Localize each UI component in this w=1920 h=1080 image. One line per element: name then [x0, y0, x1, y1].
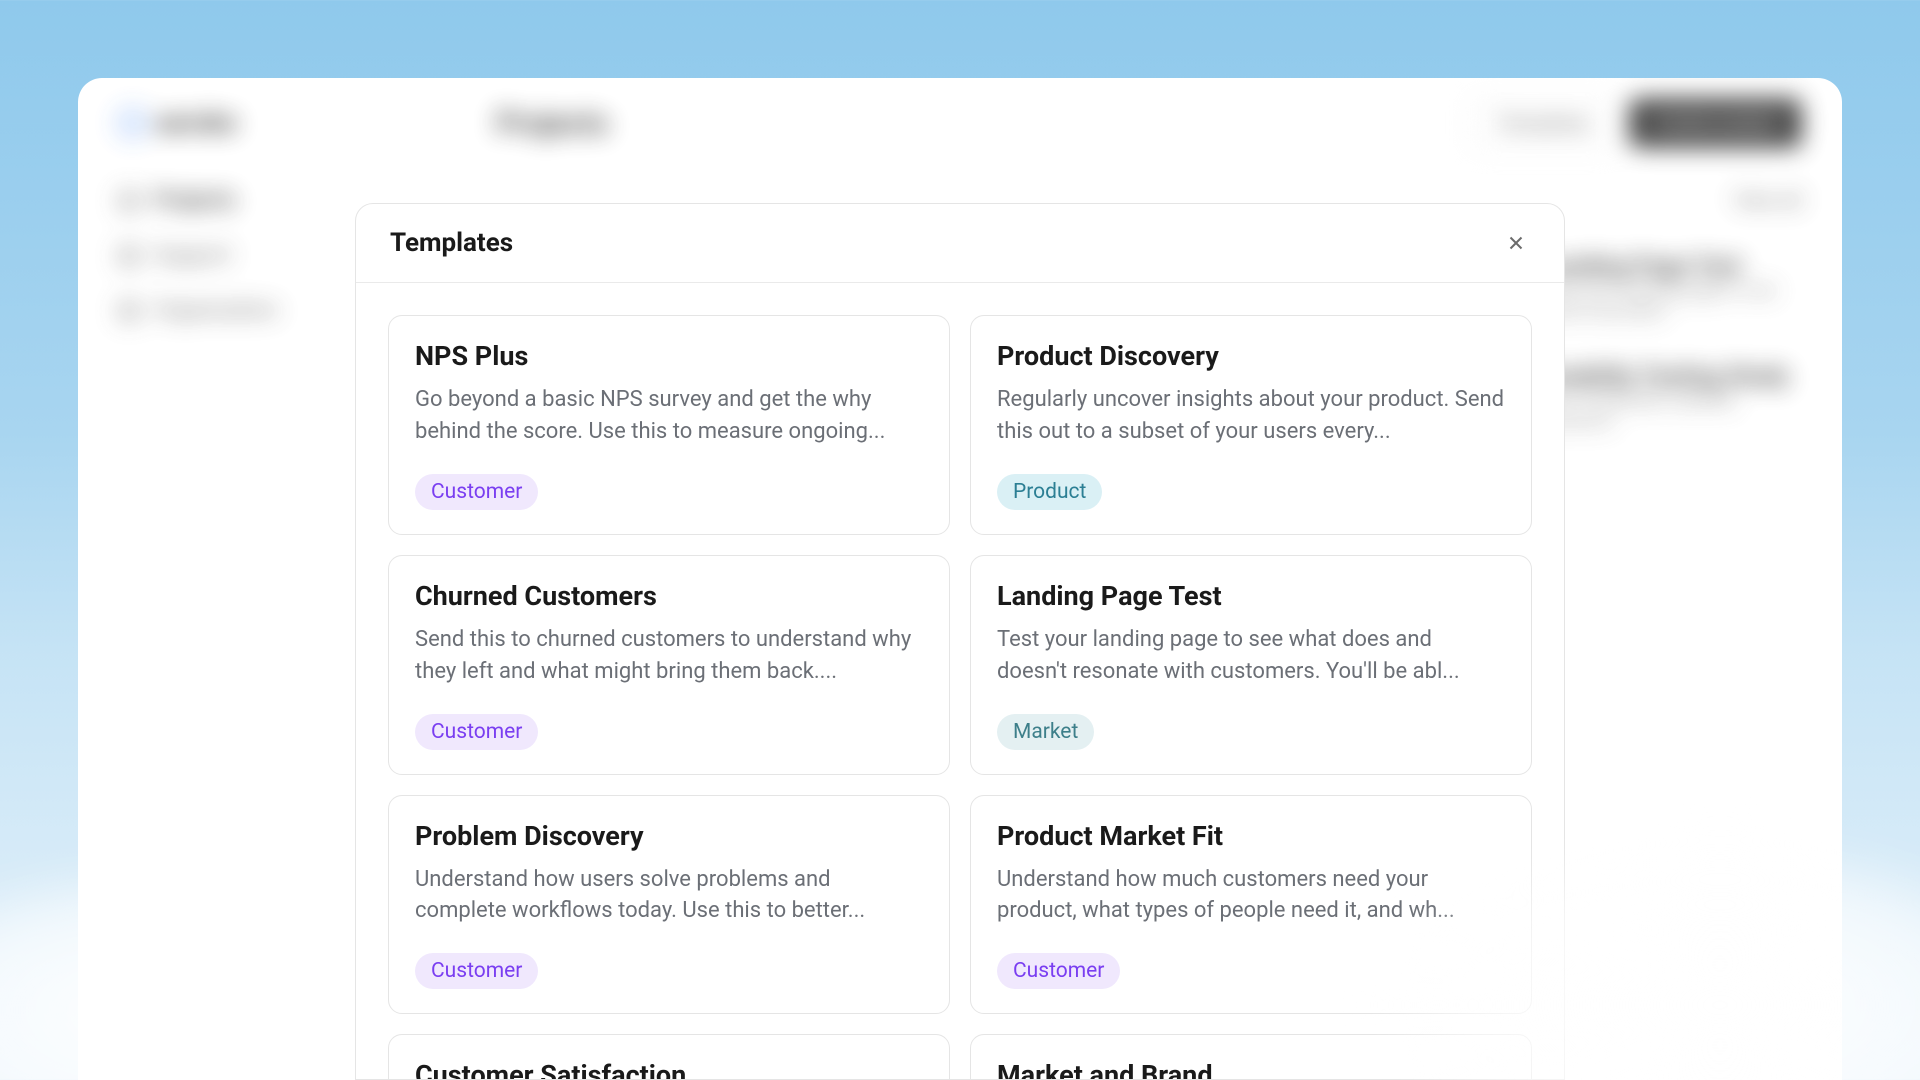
- tag-customer: Customer: [415, 953, 538, 989]
- template-card[interactable]: Churned Customers Send this to churned cu…: [388, 555, 950, 775]
- template-card-description: Regularly uncover insights about your pr…: [997, 384, 1505, 448]
- tag-customer: Customer: [997, 953, 1120, 989]
- templates-grid: NPS Plus Go beyond a basic NPS survey and…: [388, 315, 1532, 1079]
- modal-overlay: Templates NPS Plus Go beyond a basic NPS …: [78, 78, 1842, 1080]
- template-card-tags: Customer: [997, 953, 1505, 989]
- template-card-title: Product Discovery: [997, 340, 1505, 372]
- template-card-description: Go beyond a basic NPS survey and get the…: [415, 384, 923, 448]
- template-card-title: Churned Customers: [415, 580, 923, 612]
- template-card-description: Understand how much customers need your …: [997, 864, 1505, 928]
- template-card[interactable]: NPS Plus Go beyond a basic NPS survey and…: [388, 315, 950, 535]
- close-button[interactable]: [1502, 229, 1530, 257]
- template-card-title: Problem Discovery: [415, 820, 923, 852]
- app-window: aerobe Projects Templates Create project…: [78, 78, 1842, 1080]
- modal-body: NPS Plus Go beyond a basic NPS survey and…: [356, 283, 1564, 1079]
- template-card-tags: Customer: [415, 714, 923, 750]
- template-card-tags: Product: [997, 474, 1505, 510]
- template-card[interactable]: Landing Page Test Test your landing page …: [970, 555, 1532, 775]
- template-card-title: Market and Brand: [997, 1059, 1505, 1079]
- template-card[interactable]: Market and BrandMarket: [970, 1034, 1532, 1079]
- template-card[interactable]: Problem Discovery Understand how users so…: [388, 795, 950, 1015]
- template-card-title: Customer Satisfaction: [415, 1059, 923, 1079]
- template-card-tags: Customer: [415, 474, 923, 510]
- tag-customer: Customer: [415, 474, 538, 510]
- tag-market: Market: [997, 714, 1094, 750]
- templates-modal: Templates NPS Plus Go beyond a basic NPS …: [355, 203, 1565, 1080]
- template-card-tags: Market: [997, 714, 1505, 750]
- template-card-description: Send this to churned customers to unders…: [415, 624, 923, 688]
- tag-product: Product: [997, 474, 1102, 510]
- template-card-title: NPS Plus: [415, 340, 923, 372]
- tag-customer: Customer: [415, 714, 538, 750]
- template-card-tags: Customer: [415, 953, 923, 989]
- template-card-description: Test your landing page to see what does …: [997, 624, 1505, 688]
- template-card-description: Understand how users solve problems and …: [415, 864, 923, 928]
- template-card-title: Product Market Fit: [997, 820, 1505, 852]
- template-card[interactable]: Product Market Fit Understand how much cu…: [970, 795, 1532, 1015]
- modal-title: Templates: [390, 228, 513, 258]
- template-card-title: Landing Page Test: [997, 580, 1505, 612]
- modal-header: Templates: [356, 204, 1564, 283]
- template-card[interactable]: Product Discovery Regularly uncover insig…: [970, 315, 1532, 535]
- template-card[interactable]: Customer SatisfactionCustomer: [388, 1034, 950, 1079]
- close-icon: [1505, 232, 1527, 254]
